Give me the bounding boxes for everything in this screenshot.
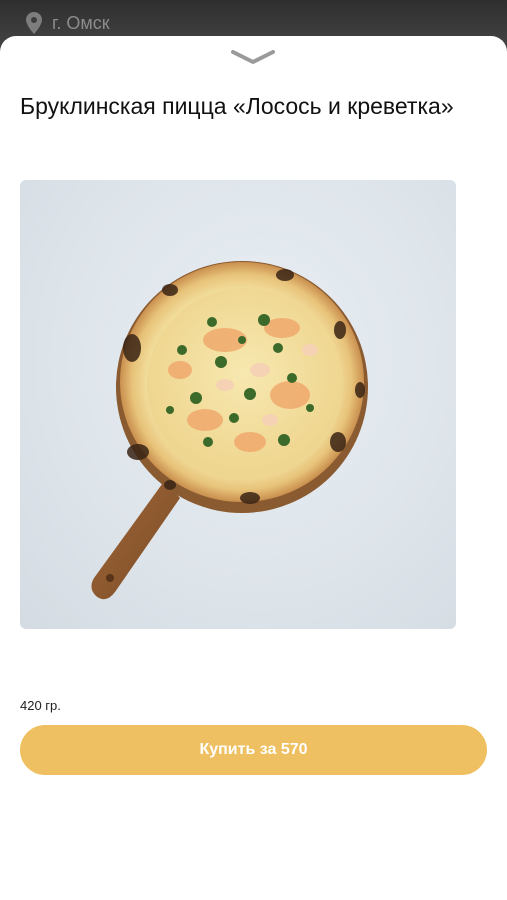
product-weight: 420 гр. bbox=[20, 698, 61, 713]
buy-button[interactable]: Купить за 570 bbox=[20, 725, 487, 775]
collapse-chevron-icon[interactable] bbox=[230, 48, 276, 66]
product-sheet: Бруклинская пицца «Лосось и креветка» 42… bbox=[0, 36, 507, 900]
product-image bbox=[20, 180, 456, 629]
city-selector[interactable]: г. Омск bbox=[26, 12, 110, 34]
product-title: Бруклинская пицца «Лосось и креветка» bbox=[20, 93, 454, 119]
location-pin-icon bbox=[26, 12, 42, 34]
city-label: г. Омск bbox=[52, 12, 110, 33]
